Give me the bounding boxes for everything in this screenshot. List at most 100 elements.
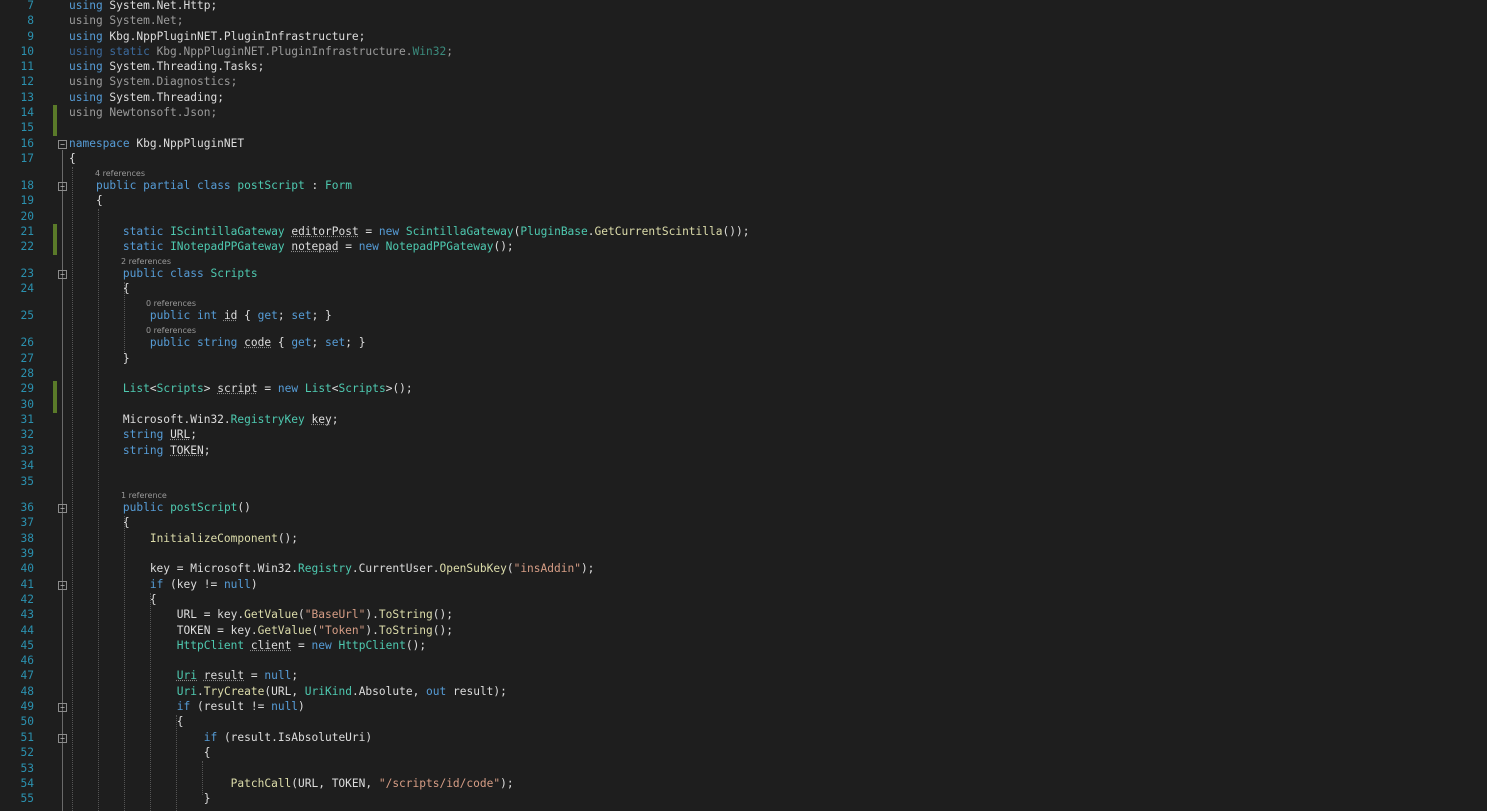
code-line[interactable]: 15 — [0, 120, 1487, 136]
code-token: ToString — [378, 624, 433, 637]
code-token: () — [237, 501, 251, 514]
code-text: public partial class postScript : Form — [69, 179, 352, 192]
code-token: UriKind — [304, 685, 352, 698]
code-line[interactable]: 25 public int id { get; set; } — [0, 309, 1487, 323]
code-token: System.Net.Http; — [102, 0, 218, 12]
line-number: 13 — [20, 91, 34, 104]
code-line[interactable]: 45 HttpClient client = new HttpClient(); — [0, 639, 1487, 653]
code-line[interactable]: 8 using System.Net; — [0, 14, 1487, 28]
codelens-references[interactable]: 0 references — [146, 299, 196, 308]
code-token: id — [223, 309, 238, 322]
fold-toggle-icon[interactable]: − — [58, 140, 67, 149]
fold-toggle-icon[interactable]: − — [58, 703, 67, 712]
fold-toggle-icon[interactable]: − — [58, 270, 67, 279]
code-line[interactable]: 49 − if (result != null) — [0, 700, 1487, 714]
code-line[interactable]: 42 { — [0, 593, 1487, 607]
code-line[interactable]: 33 string TOKEN; — [0, 444, 1487, 458]
code-token: IScintillaGateway — [170, 225, 285, 238]
codelens-references[interactable]: 2 references — [121, 257, 171, 266]
code-line[interactable]: 16 − namespace Kbg.NppPluginNET — [0, 137, 1487, 151]
code-line[interactable]: 22 static INotepadPPGateway notepad = ne… — [0, 239, 1487, 255]
code-line[interactable]: 32 string URL; — [0, 428, 1487, 442]
codelens-references[interactable]: 0 references — [146, 326, 196, 335]
code-line[interactable]: 21 static IScintillaGateway editorPost =… — [0, 224, 1487, 240]
code-token: URL = key. — [69, 608, 245, 621]
fold-toggle-icon[interactable]: − — [58, 581, 67, 590]
code-line[interactable]: 29 List<Scripts> script = new List<Scrip… — [0, 381, 1487, 397]
code-line[interactable]: 31 Microsoft.Win32.RegistryKey key; — [0, 413, 1487, 427]
code-line[interactable]: 20 — [0, 210, 1487, 224]
line-number: 53 — [20, 762, 34, 775]
code-token: System.Threading; — [102, 91, 224, 104]
code-line[interactable]: 24 { — [0, 282, 1487, 296]
code-token: string — [122, 428, 164, 441]
code-token: if — [149, 578, 164, 591]
code-line[interactable]: 23 − public class Scripts — [0, 267, 1487, 281]
code-token: ToString — [378, 608, 433, 621]
code-line[interactable]: 51 − if (result.IsAbsoluteUri) — [0, 731, 1487, 745]
code-line[interactable]: 43 URL = key.GetValue("BaseUrl").ToStrin… — [0, 608, 1487, 622]
code-line[interactable]: 26 public string code { get; set; } — [0, 336, 1487, 350]
code-line[interactable]: 55 } — [0, 792, 1487, 806]
code-line[interactable]: 35 — [0, 475, 1487, 489]
line-number: 11 — [20, 60, 34, 73]
fold-toggle-icon[interactable]: − — [58, 504, 67, 513]
code-line[interactable]: 12 using System.Diagnostics; — [0, 75, 1487, 89]
line-number: 48 — [20, 685, 34, 698]
code-line[interactable]: 28 — [0, 367, 1487, 381]
code-line[interactable]: 17 { — [0, 152, 1487, 166]
code-token: { — [237, 309, 258, 322]
code-line[interactable]: 47 Uri result = null; — [0, 669, 1487, 683]
code-line[interactable]: 39 — [0, 547, 1487, 561]
code-line[interactable]: 14 using Newtonsoft.Json; — [0, 105, 1487, 121]
code-line[interactable]: 53 — [0, 762, 1487, 776]
codelens-references[interactable]: 4 references — [95, 169, 145, 178]
code-line[interactable]: 41 − if (key != null) — [0, 578, 1487, 592]
code-line[interactable]: 36 − public postScript() — [0, 501, 1487, 515]
code-line[interactable]: 27 } — [0, 352, 1487, 366]
codelens-references[interactable]: 1 reference — [121, 491, 167, 500]
code-token: public class — [122, 267, 204, 280]
line-number: 15 — [20, 121, 34, 134]
code-line[interactable]: 9 using Kbg.NppPluginNET.PluginInfrastruc… — [0, 30, 1487, 44]
code-token: new — [358, 240, 379, 253]
code-line[interactable]: 18 − public partial class postScript : Fo… — [0, 179, 1487, 193]
code-text: public class Scripts — [69, 267, 258, 280]
code-line[interactable]: 44 TOKEN = key.GetValue("Token").ToStrin… — [0, 624, 1487, 638]
fold-toggle-icon[interactable]: − — [58, 734, 67, 743]
code-token: (); — [405, 639, 427, 652]
code-token: PluginBase — [520, 225, 588, 238]
line-number: 45 — [20, 639, 34, 652]
code-token: System.Threading.Tasks; — [102, 60, 265, 73]
code-line[interactable]: 38 InitializeComponent(); — [0, 532, 1487, 546]
code-line[interactable]: 54 PatchCall(URL, TOKEN, "/scripts/id/co… — [0, 777, 1487, 791]
line-number: 44 — [20, 624, 34, 637]
code-text: public postScript() — [69, 501, 251, 514]
code-token: List — [304, 382, 332, 395]
code-line[interactable]: 30 — [0, 397, 1487, 413]
code-line[interactable]: 7 using System.Net.Http; — [0, 0, 1487, 13]
code-line[interactable]: 46 — [0, 654, 1487, 668]
code-line[interactable]: 50 { — [0, 715, 1487, 729]
change-marker — [53, 120, 57, 136]
code-line[interactable]: 37 { — [0, 516, 1487, 530]
line-number: 30 — [20, 398, 34, 411]
code-line[interactable]: 48 Uri.TryCreate(URL, UriKind.Absolute, … — [0, 685, 1487, 699]
code-line[interactable]: 40 key = Microsoft.Win32.Registry.Curren… — [0, 562, 1487, 576]
code-line[interactable]: 13 using System.Threading; — [0, 91, 1487, 105]
code-line[interactable]: 34 — [0, 459, 1487, 473]
fold-toggle-icon[interactable]: − — [58, 182, 67, 191]
code-token: < — [331, 382, 339, 395]
change-marker — [53, 239, 57, 255]
code-line[interactable]: 52 { — [0, 746, 1487, 760]
code-text: if (result.IsAbsoluteUri) — [69, 731, 372, 744]
code-editor[interactable]: 4 references 2 references 0 references 0… — [0, 0, 1487, 811]
code-line[interactable]: 11 using System.Threading.Tasks; — [0, 60, 1487, 74]
code-line[interactable]: 19 { — [0, 194, 1487, 208]
code-line[interactable]: 10 using static Kbg.NppPluginNET.PluginIn… — [0, 45, 1487, 59]
